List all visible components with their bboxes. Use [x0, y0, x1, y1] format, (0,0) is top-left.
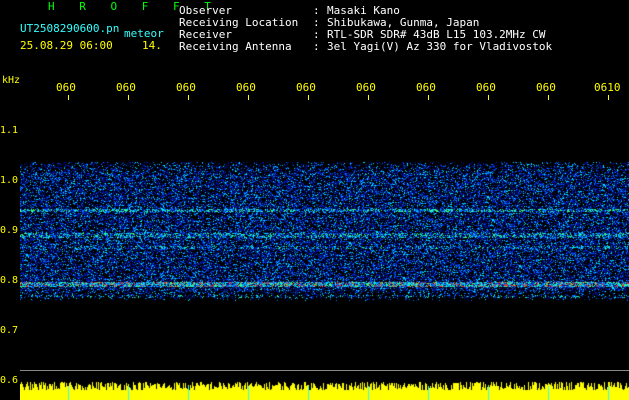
y-axis-unit: kHz	[2, 75, 21, 86]
file-name: UT2508290600.pn	[20, 22, 120, 35]
x-tick-label: 060	[536, 81, 556, 94]
y-tick-label: 0.7	[0, 325, 19, 336]
x-tick-label: 060	[356, 81, 376, 94]
baseline-divider	[20, 370, 629, 371]
y-tick-label: 0.9	[0, 225, 19, 236]
x-tick-label: 060	[56, 81, 76, 94]
y-tick-label: 1.1	[0, 125, 19, 136]
datetime: 25.08.29 06:00	[20, 39, 113, 52]
x-tick-label: 060	[176, 81, 196, 94]
x-tick-label: 060	[296, 81, 316, 94]
x-tick-label: 060	[416, 81, 436, 94]
meta-label-antenna: Receiving Antenna	[179, 40, 292, 53]
meta-value-antenna: 3el Yagi(V) Az 330 for Vladivostok	[327, 40, 553, 53]
meta-sep-antenna: :	[313, 40, 320, 53]
x-tick-label: 060	[476, 81, 496, 94]
x-tick-label: 060	[116, 81, 136, 94]
y-tick-label: 1.0	[0, 175, 19, 186]
spectrogram-canvas	[20, 100, 629, 400]
x-tick-label: 0610	[594, 81, 621, 94]
image-count: 14.	[142, 39, 162, 52]
x-tick-label: 060	[236, 81, 256, 94]
y-tick-label: 0.6	[0, 375, 19, 386]
y-tick-label: 0.8	[0, 275, 19, 286]
